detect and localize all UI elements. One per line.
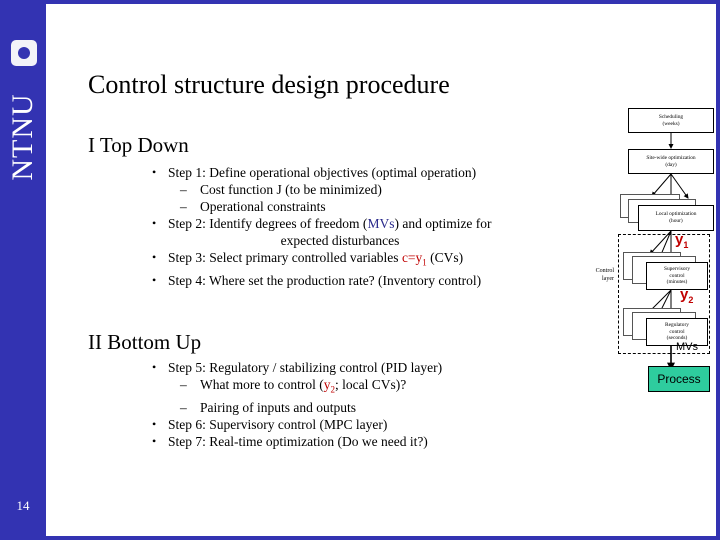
y2-label-sub: 2 [688, 295, 694, 305]
ntnu-brand-text: NTNU [6, 93, 39, 181]
bullet-item: Step 7: Real-time optimization (Do we ne… [150, 433, 580, 450]
ntnu-logo-dot-icon [18, 47, 30, 59]
bullet-item: Step 6: Supervisory control (MPC layer) [150, 416, 580, 433]
box-line1: Scheduling [658, 113, 684, 120]
slide-top-border [0, 0, 720, 4]
y1-label: y1 [675, 232, 688, 253]
page-number: 14 [16, 498, 30, 513]
bullet-item: Cost function J (to be minimized) [150, 181, 580, 198]
bullet-text: Step 7: Real-time optimization (Do we ne… [168, 433, 428, 449]
bullet-text: Cost function J (to be minimized) [200, 182, 382, 197]
bullet-text: Operational constraints [200, 199, 326, 214]
control-layer-label: Control layer [570, 268, 614, 283]
bullet-highlight-cv-text: c=y [401, 250, 423, 265]
bullet-text: Step 4: Where set the production rate? (… [168, 272, 482, 288]
y2-label: y2 [680, 287, 693, 308]
bullet-text: (CVs) [426, 250, 464, 265]
bullet-item: Step 3: Select primary controlled variab… [150, 249, 580, 272]
diagram-box-scheduling: Scheduling (weeks) [628, 108, 714, 133]
sidebar: NTNU 14 [0, 0, 46, 540]
mvs-label: MVs [676, 341, 698, 353]
page-title: Control structure design procedure [88, 70, 450, 99]
bullet-text: Step 2: Identify degrees of freedom ( [168, 216, 368, 231]
section-heading-bottom-up: II Bottom Up [88, 330, 202, 354]
ntnu-logo-icon [11, 40, 37, 66]
diagram-box-local-optimization: Local optimization (hour) [638, 205, 714, 231]
bullet-item: What more to control (y2; local CVs)? [150, 376, 580, 399]
bullet-text: Step 1: Define operational objectives (o… [168, 165, 477, 180]
y1-label-sub: 1 [683, 240, 689, 250]
box-line1: Local optimization [655, 211, 697, 218]
slide-bottom-border [0, 536, 720, 540]
bullet-text: expected disturbances [280, 233, 400, 248]
box-line2: (day) [665, 161, 677, 168]
box-line1: Regulatory [665, 322, 689, 329]
bullet-text: Step 5: Regulatory / stabilizing control… [168, 360, 443, 375]
bullet-text: ) and optimize for [394, 216, 492, 231]
bullet-text: Pairing of inputs and outputs [200, 399, 356, 415]
diagram-box-supervisory-control: Supervisory control (minutes) [646, 262, 708, 290]
bullet-highlight-cv: c=y1 [401, 250, 427, 268]
bullet-list-top-down: Step 1: Define operational objectives (o… [150, 164, 580, 289]
control-layer-label-line2: layer [602, 275, 614, 282]
bullet-item: Step 1: Define operational objectives (o… [150, 164, 580, 181]
diagram-box-process: Process [648, 366, 710, 392]
bullet-text: Step 6: Supervisory control (MPC layer) [168, 416, 388, 432]
bullet-item: Step 2: Identify degrees of freedom (MVs… [150, 215, 580, 232]
bullet-item: Operational constraints [150, 198, 580, 215]
bullet-list-bottom-up: Step 5: Regulatory / stabilizing control… [150, 359, 580, 450]
box-line2: (hour) [669, 218, 683, 224]
bullet-highlight-y2: y2 [324, 377, 335, 395]
bullet-highlight-mvs: MVs [367, 216, 395, 231]
box-line1: Supervisory [663, 266, 691, 273]
bullet-item: Step 4: Where set the production rate? (… [150, 272, 580, 289]
bullet-text: Step 3: Select primary controlled variab… [168, 250, 402, 265]
control-hierarchy-diagram: Control layer Scheduling (weeks) Site-wi… [570, 104, 716, 394]
box-line2: (weeks) [662, 120, 680, 127]
box-line3: (minutes) [666, 279, 688, 286]
section-heading-top-down: I Top Down [88, 133, 189, 157]
bullet-item: Step 5: Regulatory / stabilizing control… [150, 359, 580, 376]
bullet-item: Pairing of inputs and outputs [150, 399, 580, 416]
control-layer-label-line1: Control [595, 268, 614, 274]
slide: NTNU 14 Control structure design procedu… [0, 0, 720, 540]
slide-right-border [716, 0, 720, 540]
bullet-text: What more to control ( [200, 377, 324, 392]
diagram-box-site-wide-optimization: Site-wide optimization (day) [628, 149, 714, 174]
bullet-text: ; local CVs)? [334, 377, 407, 392]
bullet-item-continuation: expected disturbances [150, 232, 530, 249]
box-line1: Site-wide optimization [646, 154, 696, 161]
